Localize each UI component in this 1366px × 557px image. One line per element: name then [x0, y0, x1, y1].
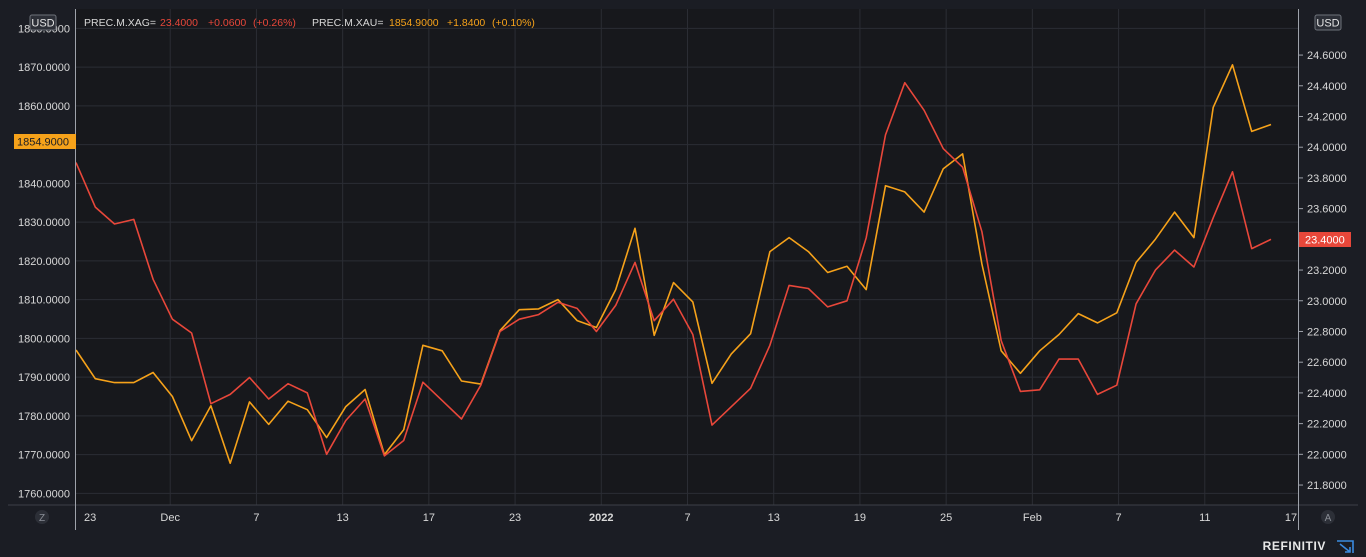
legend-xag-ric: PREC.M.XAG=: [84, 17, 156, 29]
x-axis-tick-label: 7: [684, 512, 690, 524]
z-button[interactable]: Z: [35, 510, 49, 524]
x-axis-tick-label: 13: [337, 512, 349, 524]
right-axis-tick-label: 23.6000: [1307, 204, 1347, 216]
refinitiv-logo-icon: [1337, 540, 1354, 553]
x-axis-tick-label: 19: [854, 512, 866, 524]
right-axis-tick-label: 22.8000: [1307, 326, 1347, 338]
legend-xau-last: 1854.9000: [389, 17, 439, 29]
x-axis-tick-label: Dec: [160, 512, 180, 524]
left-axis-tick-label: 1820.0000: [18, 256, 70, 268]
right-axis-tick-label: 24.4000: [1307, 81, 1347, 93]
left-axis-tick-label: 1870.0000: [18, 62, 70, 74]
left-axis-tick-label: 1760.0000: [18, 488, 70, 500]
left-axis-tick-label: 1860.0000: [18, 101, 70, 113]
left-axis: 1760.0000 1770.0000 1780.0000 1790.0000 1800…: [18, 23, 70, 500]
right-axis-tick-label: 24.0000: [1307, 142, 1347, 154]
z-button-label: Z: [39, 513, 45, 524]
legend-xag-change: +0.0600: [208, 17, 246, 29]
left-axis-tick-label: 1810.0000: [18, 295, 70, 307]
right-price-tag-label: 23.4000: [1305, 235, 1345, 247]
x-axis-tick-label: 25: [940, 512, 952, 524]
chart: 1760.0000 1770.0000 1780.0000 1790.0000 1800…: [8, 9, 1358, 530]
right-axis-tick-label: 23.2000: [1307, 265, 1347, 277]
currency-right-label: USD: [1316, 18, 1339, 30]
right-axis: 21.8000 22.0000 22.2000 22.4000 22.6000 22.80…: [1298, 50, 1347, 492]
left-axis-tick-label: 1790.0000: [18, 372, 70, 384]
legend-xag-last: 23.4000: [160, 17, 198, 29]
x-axis-tick-label: 7: [1116, 512, 1122, 524]
currency-right-badge[interactable]: USD: [1314, 14, 1342, 31]
left-axis-tick-label: 1800.0000: [18, 333, 70, 345]
legend-xau-ric: PREC.M.XAU=: [312, 17, 383, 29]
right-axis-tick-label: 22.0000: [1307, 449, 1347, 461]
x-axis-tick-label: 7: [253, 512, 259, 524]
right-axis-tick-label: 21.8000: [1307, 480, 1347, 492]
x-axis-tick-label: 23: [509, 512, 521, 524]
legend-xau-pct: (+0.10%): [492, 17, 535, 29]
currency-left-label: USD: [31, 18, 54, 30]
currency-left-badge[interactable]: USD: [29, 14, 57, 31]
right-axis-tick-label: 23.0000: [1307, 296, 1347, 308]
left-price-tag-label: 1854.9000: [17, 137, 69, 149]
left-axis-tick-label: 1770.0000: [18, 450, 70, 462]
left-price-tag: 1854.9000: [14, 134, 76, 149]
right-axis-tick-label: 24.6000: [1307, 50, 1347, 62]
left-axis-tick-label: 1830.0000: [18, 217, 70, 229]
legend-xag-pct: (+0.26%): [253, 17, 296, 29]
x-axis-tick-label: 13: [768, 512, 780, 524]
a-button[interactable]: A: [1321, 510, 1335, 524]
left-axis-tick-label: 1780.0000: [18, 411, 70, 423]
x-axis-tick-label: Feb: [1023, 512, 1042, 524]
x-axis-tick-label: 17: [423, 512, 435, 524]
legend-xau-change: +1.8400: [447, 17, 485, 29]
right-axis-tick-label: 23.8000: [1307, 173, 1347, 185]
a-button-label: A: [1325, 513, 1332, 524]
right-axis-tick-label: 22.6000: [1307, 357, 1347, 369]
x-axis-tick-label: 2022: [589, 512, 613, 524]
right-axis-tick-label: 22.2000: [1307, 419, 1347, 431]
right-axis-tick-label: 22.4000: [1307, 388, 1347, 400]
right-price-tag: 23.4000: [1299, 232, 1351, 247]
x-axis-tick-label: 17: [1285, 512, 1297, 524]
left-axis-tick-label: 1840.0000: [18, 178, 70, 190]
x-axis-tick-label: 11: [1199, 512, 1210, 524]
brand-name: REFINITIV: [1262, 539, 1326, 553]
right-axis-tick-label: 24.2000: [1307, 111, 1347, 123]
x-axis-tick-label: 23: [84, 512, 96, 524]
x-axis: 23 Dec 7 13 17 23 2022 7 13 19 25 Feb 7 11 17: [84, 512, 1297, 524]
